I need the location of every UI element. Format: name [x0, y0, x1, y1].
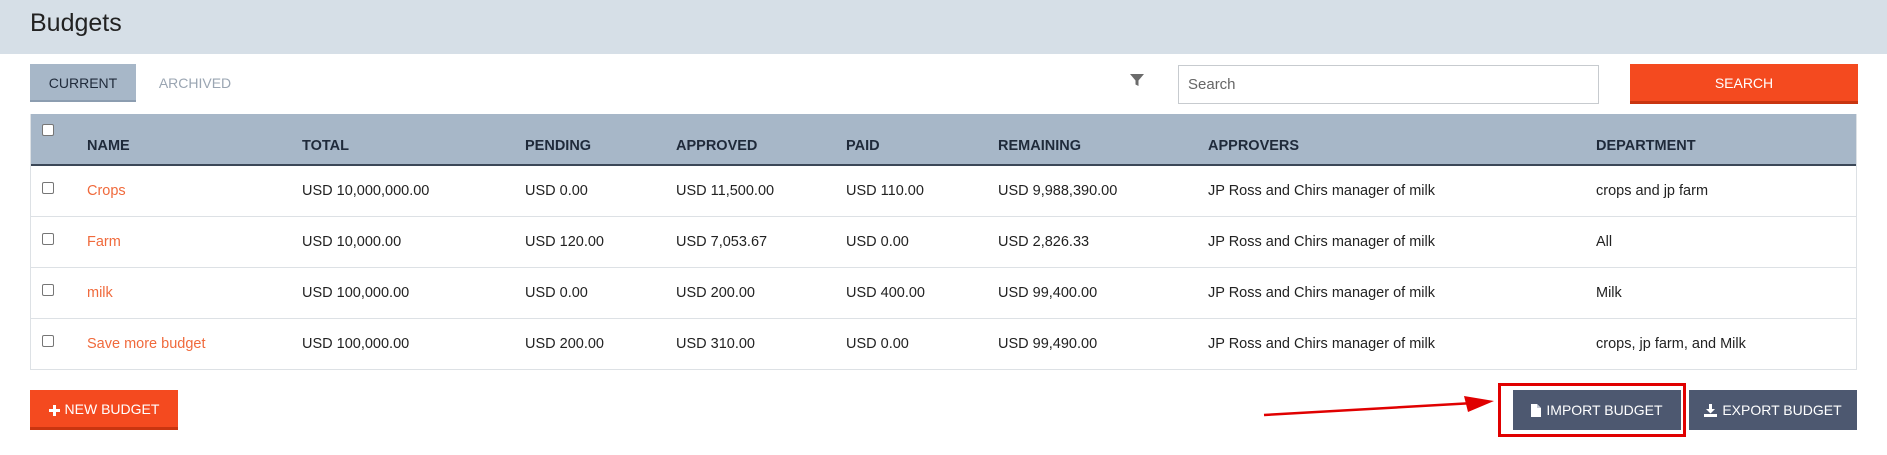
export-budget-button[interactable]: EXPORT BUDGET	[1689, 390, 1857, 430]
plus-icon	[48, 404, 60, 416]
file-icon	[1531, 404, 1542, 417]
budget-name-link[interactable]: Crops	[87, 183, 126, 199]
col-total[interactable]: TOTAL	[302, 114, 525, 165]
page-header: Budgets	[0, 0, 1887, 54]
filter-icon[interactable]	[1129, 72, 1145, 88]
cell-approvers: JP Ross and Chirs manager of milk	[1208, 233, 1435, 250]
table-row: Farm USD 10,000.00 USD 120.00 USD 7,053.…	[31, 216, 1856, 267]
toolbar: CURRENT ARCHIVED SEARCH	[0, 54, 1887, 114]
export-budget-label: EXPORT BUDGET	[1722, 402, 1842, 418]
cell-approved: USD 310.00	[676, 335, 755, 352]
cell-total: USD 100,000.00	[302, 335, 410, 352]
cell-total: USD 100,000.00	[302, 284, 410, 301]
cell-pending: USD 120.00	[525, 233, 604, 250]
cell-pending: USD 0.00	[525, 182, 588, 199]
cell-paid: USD 400.00	[846, 284, 925, 301]
table-row: Crops USD 10,000,000.00 USD 0.00 USD 11,…	[31, 165, 1856, 216]
download-icon	[1704, 404, 1718, 417]
cell-total: USD 10,000,000.00	[302, 182, 430, 199]
row-checkbox[interactable]	[42, 232, 54, 245]
col-pending[interactable]: PENDING	[525, 114, 676, 165]
cell-department: Milk	[1596, 284, 1622, 301]
select-all-checkbox[interactable]	[42, 124, 54, 136]
cell-department: crops and jp farm	[1596, 182, 1709, 199]
col-name[interactable]: NAME	[87, 114, 302, 165]
cell-approved: USD 7,053.67	[676, 233, 768, 250]
annotation-arrow	[1263, 396, 1494, 417]
budget-name-link[interactable]: Save more budget	[87, 336, 206, 352]
budget-name-link[interactable]: Farm	[87, 234, 121, 250]
import-budget-label: IMPORT BUDGET	[1546, 402, 1663, 418]
cell-approved: USD 11,500.00	[676, 182, 775, 199]
table-row: Save more budget USD 100,000.00 USD 200.…	[31, 318, 1856, 369]
cell-remaining: USD 99,400.00	[998, 284, 1098, 301]
search-input[interactable]	[1178, 65, 1599, 104]
row-checkbox[interactable]	[42, 283, 54, 296]
new-budget-label: NEW BUDGET	[64, 400, 160, 417]
cell-total: USD 10,000.00	[302, 233, 402, 250]
col-paid[interactable]: PAID	[846, 114, 998, 165]
cell-approvers: JP Ross and Chirs manager of milk	[1208, 182, 1435, 199]
table-row: milk USD 100,000.00 USD 0.00 USD 200.00 …	[31, 267, 1856, 318]
tab-archived[interactable]: ARCHIVED	[150, 64, 240, 102]
cell-pending: USD 0.00	[525, 284, 588, 301]
col-approved[interactable]: APPROVED	[676, 114, 846, 165]
cell-pending: USD 200.00	[525, 335, 604, 352]
cell-paid: USD 110.00	[846, 182, 924, 199]
new-budget-button[interactable]: NEW BUDGET	[30, 390, 178, 430]
col-remaining[interactable]: REMAINING	[998, 114, 1208, 165]
col-approvers[interactable]: APPROVERS	[1208, 114, 1596, 165]
tab-current[interactable]: CURRENT	[30, 64, 136, 102]
import-budget-button[interactable]: IMPORT BUDGET	[1513, 390, 1681, 430]
cell-remaining: USD 2,826.33	[998, 233, 1090, 250]
page-title: Budgets	[30, 9, 122, 37]
col-department[interactable]: DEPARTMENT	[1596, 114, 1856, 165]
select-all-cell	[31, 114, 87, 165]
cell-approvers: JP Ross and Chirs manager of milk	[1208, 284, 1435, 301]
cell-approvers: JP Ross and Chirs manager of milk	[1208, 335, 1435, 352]
cell-remaining: USD 99,490.00	[998, 335, 1098, 352]
budgets-table: NAME TOTAL PENDING APPROVED PAID REMAINI…	[30, 114, 1857, 370]
search-button[interactable]: SEARCH	[1630, 64, 1858, 104]
cell-remaining: USD 9,988,390.00	[998, 182, 1118, 199]
cell-department: crops, jp farm, and Milk	[1596, 335, 1746, 352]
cell-paid: USD 0.00	[846, 335, 909, 352]
cell-department: All	[1596, 233, 1613, 250]
table-header-row: NAME TOTAL PENDING APPROVED PAID REMAINI…	[31, 114, 1856, 165]
cell-paid: USD 0.00	[846, 233, 909, 250]
row-checkbox[interactable]	[42, 334, 54, 347]
budget-name-link[interactable]: milk	[87, 285, 113, 301]
cell-approved: USD 200.00	[676, 284, 755, 301]
row-checkbox[interactable]	[42, 182, 54, 194]
